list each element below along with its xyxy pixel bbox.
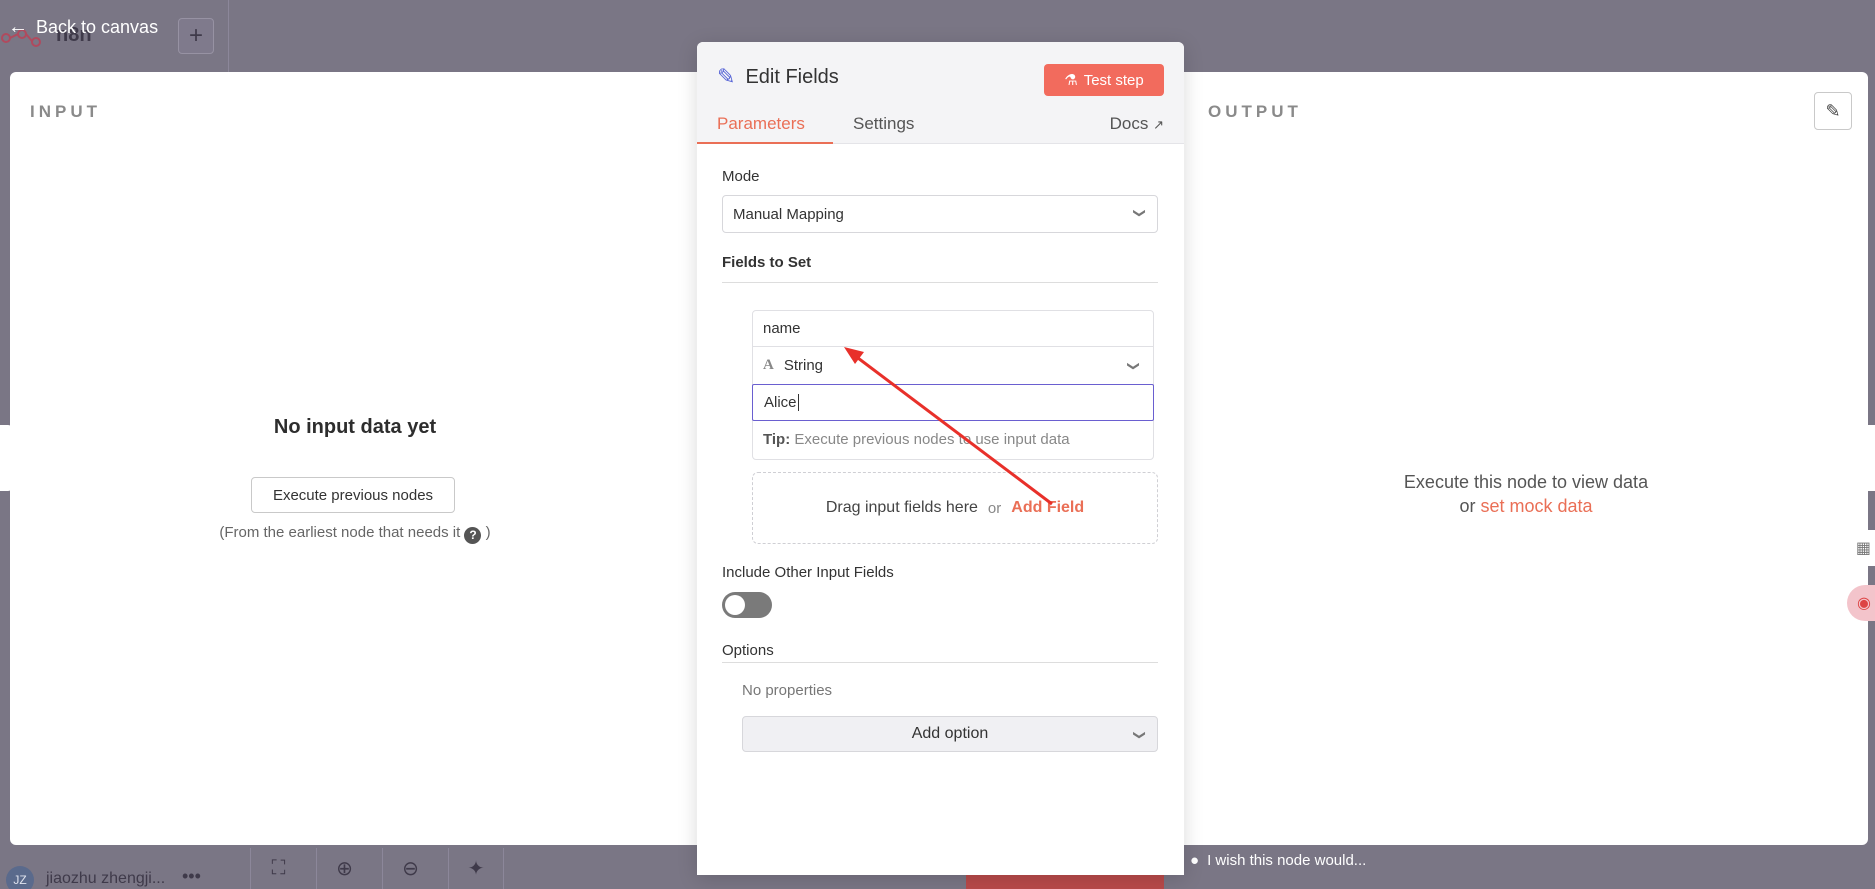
edit-output-button[interactable]: ✎ [1814,92,1852,130]
add-field-link[interactable]: Add Field [1011,499,1084,517]
node-title[interactable]: Edit Fields [745,66,838,89]
drop-zone[interactable]: Drag input fields here or Add Field [752,472,1158,544]
back-to-canvas-button[interactable]: ← Back to canvas [8,16,158,39]
field-assignment-card: name A String ❯ Alice Tip: Execute previ… [752,310,1154,460]
field-name-input[interactable]: name [753,311,1153,347]
input-hint-prefix: (From the earliest node that needs it [219,524,461,541]
user-menu-button[interactable]: ••• [182,866,201,887]
toggle-knob [725,595,745,615]
field-value-text: Alice [764,394,797,411]
tab-settings[interactable]: Settings [853,114,914,134]
section-divider [722,662,1158,663]
modal-title[interactable]: ✎ Edit Fields [717,64,839,90]
left-panel-drag-handle[interactable] [0,425,12,491]
edit-fields-modal: ✎ Edit Fields ⚗ Test step Parameters Set… [697,42,1184,875]
tip-text: Execute previous nodes to use input data [794,431,1070,448]
add-node-button[interactable]: + [178,18,214,54]
feedback-link[interactable]: ● I wish this node would... [1190,852,1366,869]
chevron-down-icon: ❯ [1132,729,1147,741]
test-step-button[interactable]: ⚗ Test step [1044,64,1164,96]
drop-or: or [987,499,1002,517]
input-panel: INPUT No input data yet Execute previous… [10,72,700,845]
avatar[interactable]: JZ [6,866,34,889]
input-hint: (From the earliest node that needs it ? … [10,524,700,544]
lightbulb-icon: ● [1190,852,1200,869]
field-tip: Tip: Execute previous nodes to use input… [763,431,1070,448]
fields-to-set-label: Fields to Set [722,254,812,271]
tidy-up-icon[interactable]: ✦ [448,848,504,889]
output-panel: OUTPUT ✎ Execute this node to view data … [1184,72,1868,845]
topbar-divider [228,0,229,72]
output-message: Execute this node to view data or set mo… [1184,470,1868,518]
fit-view-icon[interactable]: ⛶ [250,848,306,889]
mode-label: Mode [722,168,760,185]
field-name-value: name [763,320,801,337]
user-name: jiaozhu zhengji... [46,870,166,887]
chevron-down-icon: ❯ [1126,360,1141,372]
assistant-icon[interactable]: ◉ [1847,585,1875,621]
string-type-icon: A [763,357,774,373]
pencil-icon: ✎ [1825,100,1841,121]
field-type-value: String [783,357,824,374]
section-divider [722,282,1158,283]
mode-select[interactable]: Manual Mapping ❯ [722,195,1158,233]
add-option-label: Add option [911,725,989,742]
help-icon[interactable]: ? [464,526,482,544]
docs-label: Docs [1109,114,1149,133]
docs-link[interactable]: Docs ↗ [1110,114,1164,134]
tip-label: Tip: [763,431,791,448]
flask-icon: ⚗ [1064,72,1078,89]
chevron-down-icon: ❯ [1132,207,1147,219]
feedback-text: I wish this node would... [1207,852,1367,869]
add-option-button[interactable]: Add option ❯ [742,716,1158,752]
active-tab-indicator [697,142,833,144]
mode-value: Manual Mapping [733,205,844,223]
set-mock-data-link[interactable]: set mock data [1480,496,1592,516]
options-label: Options [722,642,774,659]
external-link-icon: ↗ [1153,117,1164,132]
zoom-in-icon[interactable]: ⊕ [316,848,372,889]
output-message-or: or [1459,496,1476,516]
field-value-input[interactable]: Alice [752,384,1154,421]
no-input-title: No input data yet [273,416,437,438]
arrow-left-icon: ← [8,16,28,38]
modal-header: ✎ Edit Fields ⚗ Test step Parameters Set… [697,42,1184,144]
no-properties-text: No properties [742,682,833,699]
pencil-icon: ✎ [717,64,736,89]
input-hint-suffix: ) [485,524,491,541]
tab-parameters[interactable]: Parameters [717,114,805,134]
execute-previous-nodes-button[interactable]: Execute previous nodes [251,477,455,513]
include-other-toggle[interactable] [722,592,772,618]
include-other-label: Include Other Input Fields [722,564,894,581]
test-step-label: Test step [1083,71,1144,89]
right-panel-drag-handle[interactable] [1863,425,1875,491]
field-type-select[interactable]: A String ❯ [753,347,1153,384]
input-heading: INPUT [30,102,101,121]
output-heading: OUTPUT [1208,102,1302,121]
back-to-canvas-label: Back to canvas [36,17,159,37]
text-cursor [797,394,799,411]
drop-text: Drag input fields here [825,499,978,516]
zoom-out-icon[interactable]: ⊖ [382,848,438,889]
output-message-line1: Execute this node to view data [1403,472,1649,492]
